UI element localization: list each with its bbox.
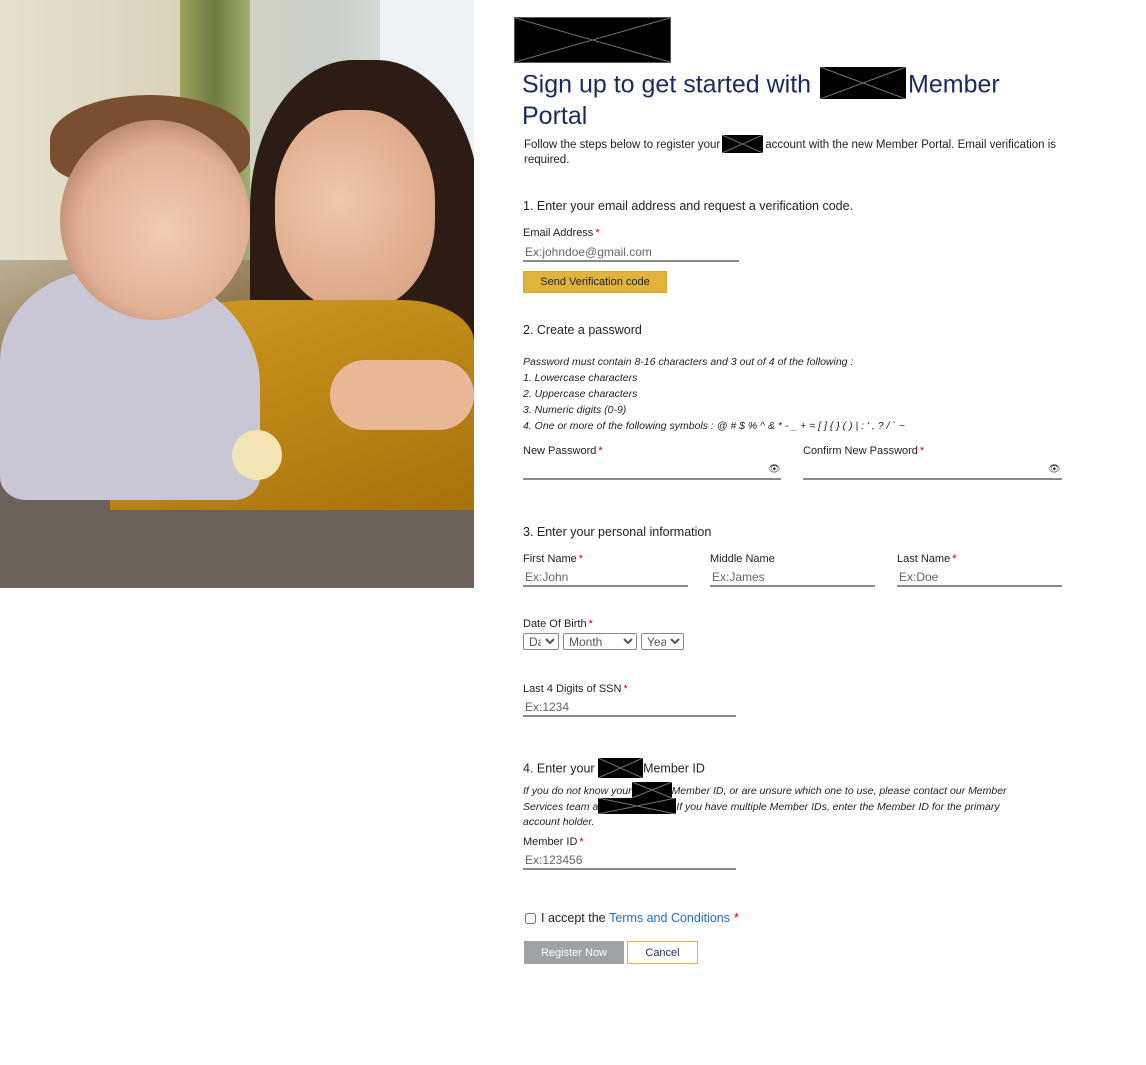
terms-link[interactable]: Terms and Conditions [609, 911, 730, 925]
brand-name-redacted [598, 758, 644, 778]
terms-row: I accept the Terms and Conditions * [525, 911, 739, 925]
last-name-label-text: Last Name [897, 553, 951, 565]
new-password-label-text: New Password [523, 445, 597, 457]
confirm-password-label: Confirm New Password * [803, 445, 924, 457]
send-verification-button[interactable]: Send Verification code [523, 271, 667, 293]
dob-label: Date Of Birth * [523, 618, 593, 630]
required-mark: * [598, 445, 603, 457]
password-rules: Password must contain 8-16 characters an… [523, 354, 1043, 434]
email-label: Email Address * [523, 227, 600, 239]
dob-day-select[interactable]: Day [523, 633, 559, 650]
step4-heading: 4. Enter your Member ID [523, 758, 705, 779]
ssn-input[interactable] [523, 698, 736, 717]
step4-heading-start: 4. Enter your [523, 761, 595, 776]
terms-checkbox[interactable] [525, 912, 536, 924]
dob-year-select[interactable]: Year [641, 633, 684, 650]
required-mark: * [952, 553, 957, 565]
password-rule-item: 2. Uppercase characters [523, 388, 638, 400]
password-rule-item: 1. Lowercase characters [523, 372, 638, 384]
show-confirm-password-eye-icon[interactable]: 👁 [1048, 464, 1061, 475]
member-note-start: If you do not know your [523, 784, 632, 797]
required-mark: * [919, 445, 925, 457]
step3-heading: 3. Enter your personal information [523, 525, 712, 539]
email-label-text: Email Address [523, 227, 594, 239]
password-rule-item: 4. One or more of the following symbols … [523, 420, 905, 432]
photo-mother-face [275, 110, 435, 310]
member-id-input[interactable] [523, 851, 736, 870]
member-id-label-text: Member ID [523, 836, 578, 848]
terms-prefix-text: I accept the [541, 911, 606, 925]
last-name-input[interactable] [897, 568, 1062, 587]
confirm-password-label-text: Confirm New Password [803, 445, 918, 457]
brand-name-redacted [820, 67, 907, 99]
new-password-label: New Password * [523, 445, 603, 457]
dob-month-select[interactable]: Month [563, 633, 637, 650]
password-rule-intro: Password must contain 8-16 characters an… [523, 356, 854, 368]
last-name-label: Last Name * [897, 553, 956, 565]
photo-child-face [60, 120, 250, 320]
required-mark: * [734, 911, 739, 925]
hero-photo [0, 0, 474, 588]
show-password-eye-icon[interactable]: 👁 [768, 464, 781, 475]
photo-toy-ball [232, 430, 282, 480]
step4-heading-end: Member ID [643, 761, 705, 776]
phone-number-redacted [598, 798, 677, 814]
dob-label-text: Date Of Birth [523, 618, 587, 630]
middle-name-input[interactable] [710, 568, 875, 587]
required-mark: * [595, 227, 600, 239]
required-mark: * [623, 683, 628, 695]
page-title: Sign up to get started with Member Porta… [522, 67, 1042, 131]
title-text-start: Sign up to get started with [522, 70, 812, 99]
intro-text: Follow the steps below to register your a… [524, 135, 1064, 167]
required-mark: * [579, 836, 584, 848]
first-name-label-text: First Name [523, 553, 577, 565]
brand-name-redacted [631, 782, 672, 798]
intro-text-start: Follow the steps below to register your [524, 139, 721, 152]
step2-heading: 2. Create a password [523, 323, 642, 337]
ssn-label-text: Last 4 Digits of SSN [523, 683, 622, 695]
step1-heading: 1. Enter your email address and request … [523, 199, 854, 213]
cancel-button[interactable]: Cancel [627, 941, 698, 964]
middle-name-label-text: Middle Name [710, 553, 775, 565]
register-button[interactable]: Register Now [524, 941, 624, 964]
photo-mother-arm [330, 360, 474, 430]
new-password-input[interactable] [523, 461, 781, 480]
confirm-password-input[interactable] [803, 461, 1062, 480]
brand-name-redacted-small [722, 135, 764, 153]
member-id-label: Member ID * [523, 836, 584, 848]
first-name-input[interactable] [523, 568, 688, 587]
member-id-help-text: If you do not know your Member ID, or are… [523, 782, 1018, 830]
password-rule-item: 3. Numeric digits (0-9) [523, 404, 627, 416]
email-input[interactable] [523, 243, 739, 262]
brand-logo-redacted [514, 17, 671, 63]
first-name-label: First Name * [523, 553, 583, 565]
required-mark: * [588, 618, 593, 630]
required-mark: * [578, 553, 584, 565]
ssn-label: Last 4 Digits of SSN * [523, 683, 628, 695]
middle-name-label: Middle Name [710, 553, 775, 565]
